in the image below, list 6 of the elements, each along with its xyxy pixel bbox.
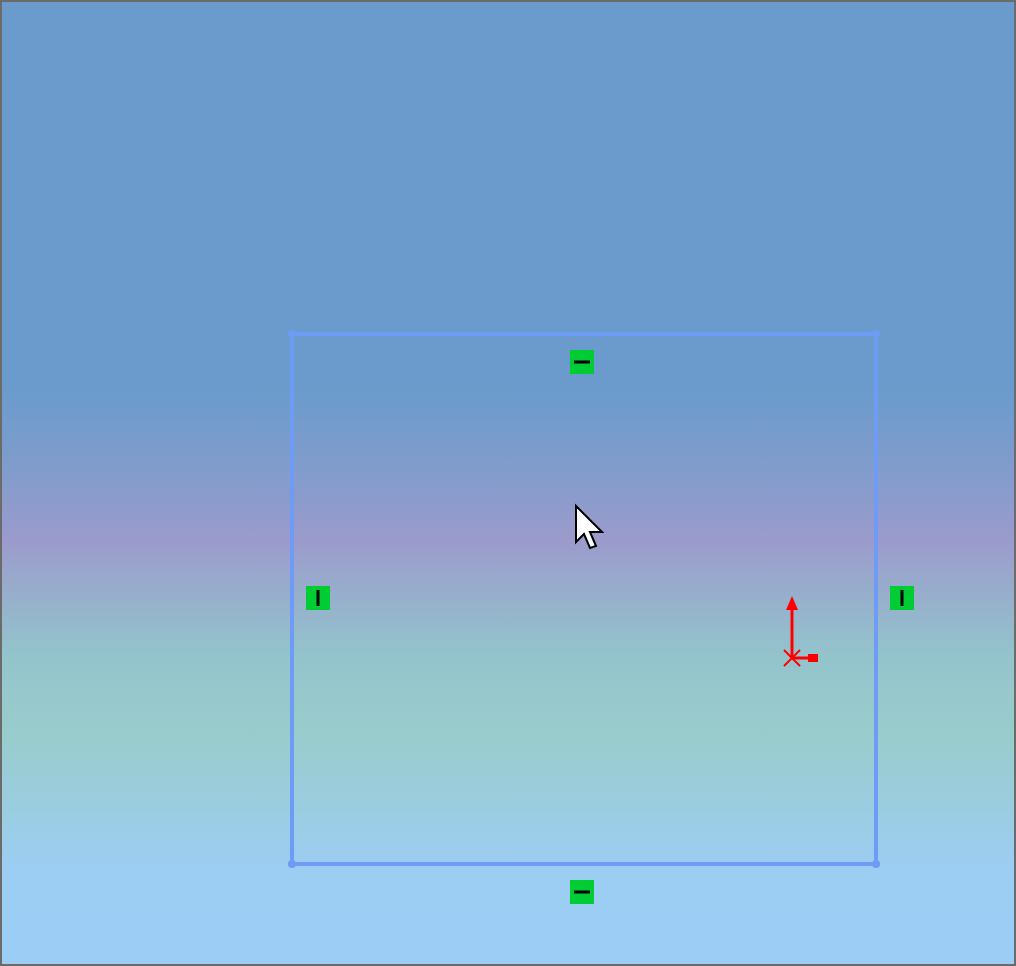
vertical-relation-icon[interactable] — [890, 586, 914, 610]
horizontal-relation-icon[interactable] — [570, 880, 594, 904]
vertical-relation-icon[interactable] — [306, 586, 330, 610]
origin-icon — [783, 596, 818, 667]
cursor-icon — [575, 503, 605, 550]
horizontal-relation-icon[interactable] — [570, 350, 594, 374]
